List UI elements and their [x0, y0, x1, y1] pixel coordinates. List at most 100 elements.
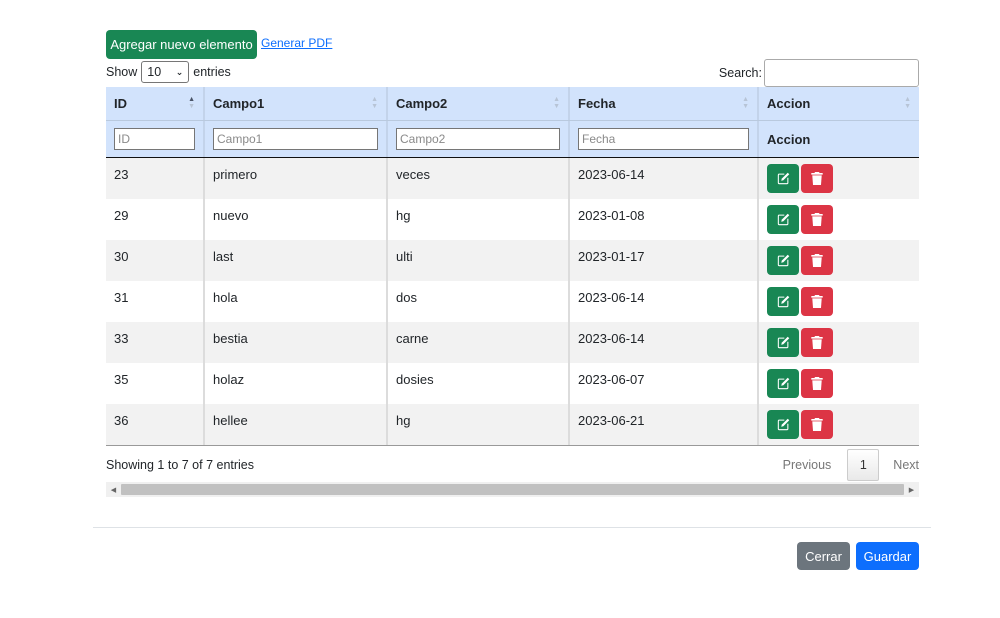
column-header-campo2[interactable]: Campo2 ▲ ▼	[388, 87, 570, 120]
cell-campo1: last	[205, 240, 388, 281]
delete-button[interactable]	[801, 246, 833, 275]
table-row: 31 hola dos 2023-06-14	[106, 281, 919, 322]
filter-cell-fecha: Fecha	[570, 121, 759, 157]
filter-input-campo2[interactable]: Campo2	[396, 128, 560, 150]
sort-icon: ▲ ▼	[742, 96, 749, 110]
sort-icon: ▲ ▼	[904, 96, 911, 110]
column-header-label: Campo2	[396, 96, 448, 111]
cell-campo1: primero	[205, 158, 388, 199]
search-input[interactable]	[764, 59, 919, 87]
table-filter-row: ID Campo1 Campo2 Fecha Accion	[106, 121, 919, 158]
filter-input-campo1[interactable]: Campo1	[213, 128, 378, 150]
cell-id: 35	[106, 363, 205, 404]
table-row: 35 holaz dosies 2023-06-07	[106, 363, 919, 404]
sort-ascending-icon: ▲ ▼	[188, 96, 195, 110]
sort-icon: ▲ ▼	[371, 96, 378, 110]
cell-campo1: hola	[205, 281, 388, 322]
pencil-square-icon	[777, 172, 790, 185]
horizontal-scrollbar[interactable]: ◀ ▶	[106, 482, 919, 497]
generate-pdf-link[interactable]: Generar PDF	[261, 36, 332, 50]
search-label: Search:	[718, 66, 762, 80]
next-page-button[interactable]: Next	[893, 458, 919, 472]
cell-accion	[759, 158, 919, 199]
show-label: Show	[106, 65, 138, 79]
table-header-row: ID ▲ ▼ Campo1 ▲ ▼ Campo2 ▲ ▼ Fecha ▲ ▼ Accio…	[106, 87, 919, 121]
modal-footer-divider	[93, 527, 931, 528]
table-row: 33 bestia carne 2023-06-14	[106, 322, 919, 363]
delete-button[interactable]	[801, 369, 833, 398]
table-row: 29 nuevo hg 2023-01-08	[106, 199, 919, 240]
delete-button[interactable]	[801, 164, 833, 193]
filter-input-id[interactable]: ID	[114, 128, 195, 150]
pencil-square-icon	[777, 295, 790, 308]
cell-campo1: holaz	[205, 363, 388, 404]
cell-fecha: 2023-06-07	[570, 363, 759, 404]
filter-cell-campo2: Campo2	[388, 121, 570, 157]
table-bottom-border	[106, 445, 919, 446]
column-header-label: Campo1	[213, 96, 265, 111]
cell-accion	[759, 281, 919, 322]
cell-campo1: bestia	[205, 322, 388, 363]
edit-button[interactable]	[767, 205, 799, 234]
edit-button[interactable]	[767, 328, 799, 357]
table-info: Showing 1 to 7 of 7 entries	[106, 458, 255, 472]
table-row: 36 hellee hg 2023-06-21	[106, 404, 919, 445]
cell-id: 30	[106, 240, 205, 281]
entries-label: entries	[193, 65, 231, 79]
cell-accion	[759, 240, 919, 281]
cell-fecha: 2023-06-14	[570, 322, 759, 363]
close-button[interactable]: Cerrar	[797, 542, 850, 570]
edit-button[interactable]	[767, 164, 799, 193]
column-header-accion[interactable]: Accion ▲ ▼	[759, 87, 919, 120]
cell-id: 31	[106, 281, 205, 322]
pencil-square-icon	[777, 213, 790, 226]
edit-button[interactable]	[767, 246, 799, 275]
column-header-label: Accion	[767, 96, 811, 111]
previous-page-button[interactable]: Previous	[783, 458, 832, 472]
pagination: Previous 1 Next	[783, 449, 919, 481]
cell-accion	[759, 199, 919, 240]
trash-icon	[811, 254, 823, 267]
scrollbar-thumb[interactable]	[121, 484, 904, 495]
save-button[interactable]: Guardar	[856, 542, 919, 570]
scroll-right-icon[interactable]: ▶	[904, 482, 919, 497]
edit-button[interactable]	[767, 287, 799, 316]
cell-fecha: 2023-01-17	[570, 240, 759, 281]
add-new-item-button[interactable]: Agregar nuevo elemento	[106, 30, 257, 59]
pencil-square-icon	[777, 418, 790, 431]
trash-icon	[811, 418, 823, 431]
scroll-left-icon[interactable]: ◀	[106, 482, 121, 497]
filter-cell-campo1: Campo1	[205, 121, 388, 157]
filter-input-fecha[interactable]: Fecha	[578, 128, 749, 150]
page-length-value: 10	[147, 65, 162, 79]
edit-button[interactable]	[767, 369, 799, 398]
edit-button[interactable]	[767, 410, 799, 439]
page-length-control: Show 10 ⌄ entries	[106, 61, 231, 83]
page-1-button[interactable]: 1	[847, 449, 880, 481]
cell-campo2: carne	[388, 322, 570, 363]
pencil-square-icon	[777, 377, 790, 390]
column-header-id[interactable]: ID ▲ ▼	[106, 87, 205, 120]
column-header-campo1[interactable]: Campo1 ▲ ▼	[205, 87, 388, 120]
cell-campo2: ulti	[388, 240, 570, 281]
delete-button[interactable]	[801, 287, 833, 316]
column-header-label: Fecha	[578, 96, 616, 111]
page-length-select[interactable]: 10 ⌄	[141, 61, 190, 83]
table-body: 23 primero veces 2023-06-14 29 nuevo hg 2023-01…	[106, 158, 919, 445]
pencil-square-icon	[777, 336, 790, 349]
delete-button[interactable]	[801, 328, 833, 357]
cell-campo1: hellee	[205, 404, 388, 445]
search-control: Search:	[719, 59, 919, 87]
delete-button[interactable]	[801, 410, 833, 439]
cell-fecha: 2023-06-14	[570, 158, 759, 199]
filter-cell-id: ID	[106, 121, 205, 157]
cell-id: 36	[106, 404, 205, 445]
sort-icon: ▲ ▼	[553, 96, 560, 110]
cell-fecha: 2023-01-08	[570, 199, 759, 240]
cell-id: 33	[106, 322, 205, 363]
column-header-fecha[interactable]: Fecha ▲ ▼	[570, 87, 759, 120]
delete-button[interactable]	[801, 205, 833, 234]
cell-id: 29	[106, 199, 205, 240]
cell-campo2: dosies	[388, 363, 570, 404]
filter-accion-label: Accion	[767, 131, 811, 147]
